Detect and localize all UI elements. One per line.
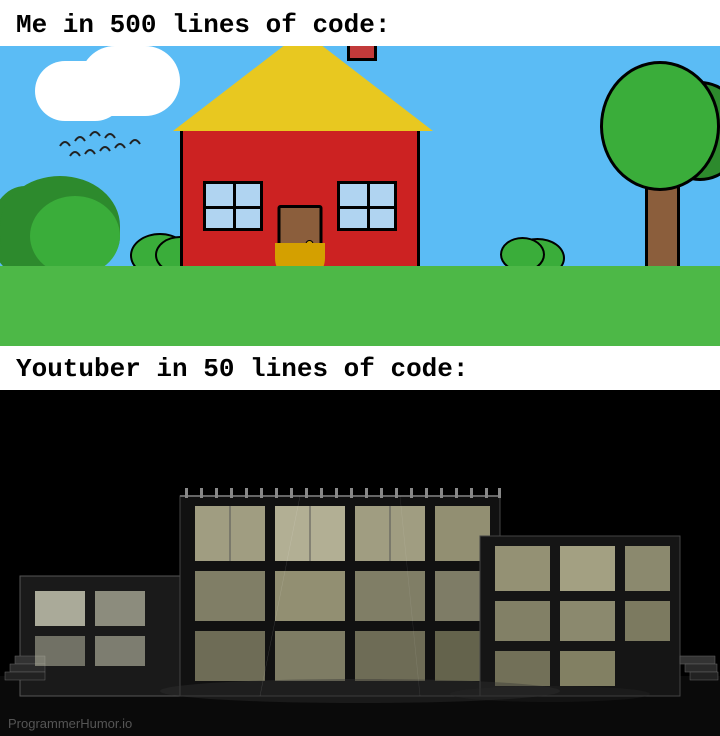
house-wrapper — [180, 128, 420, 278]
window-left — [203, 181, 263, 231]
top-section: Me in 500 lines of code: — [0, 0, 720, 46]
modern-scene: ProgrammerHumor.io — [0, 390, 720, 736]
watermark-text: ProgrammerHumor.io — [8, 716, 132, 731]
top-label: Me in 500 lines of code: — [16, 10, 704, 40]
tree-foliage-front — [600, 61, 720, 191]
modern-building-svg — [0, 390, 720, 736]
ground — [0, 266, 720, 346]
bottom-label: Youtuber in 50 lines of code: — [16, 354, 704, 384]
tree-left2 — [30, 196, 120, 276]
big-tree — [645, 161, 680, 281]
window-right — [337, 181, 397, 231]
watermark: ProgrammerHumor.io — [8, 716, 132, 731]
birds — [50, 116, 190, 176]
bottom-section: Youtuber in 50 lines of code: — [0, 346, 720, 390]
chimney — [347, 46, 377, 61]
cloud-2 — [100, 56, 160, 91]
meme-container: Me in 500 lines of code: — [0, 0, 720, 736]
roof — [173, 46, 433, 131]
house-body — [180, 128, 420, 278]
cartoon-scene — [0, 46, 720, 346]
